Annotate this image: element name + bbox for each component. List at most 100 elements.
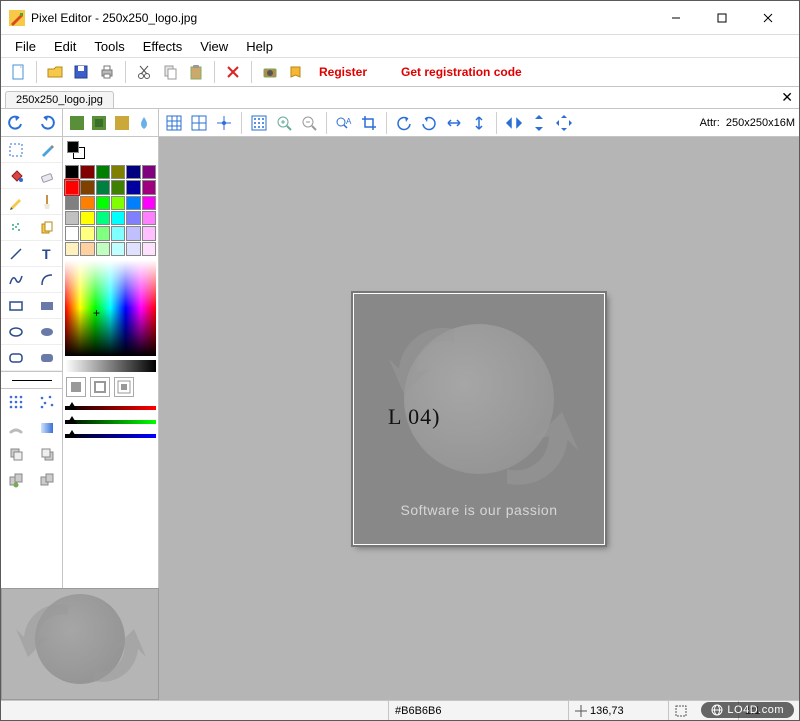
color-swatch[interactable] [65,180,79,194]
fill-solid[interactable] [66,377,86,397]
crop-button[interactable] [358,112,380,134]
new-button[interactable] [7,61,29,83]
menu-edit[interactable]: Edit [46,37,84,56]
color-swatch[interactable] [96,226,110,240]
color-swatch[interactable] [80,211,94,225]
color-swatch[interactable] [96,242,110,256]
print-button[interactable] [96,61,118,83]
tab-close-icon[interactable]: ✕ [781,89,793,106]
color-swatch[interactable] [96,165,110,179]
color-swatch[interactable] [142,211,156,225]
artboard[interactable]: L 04) Software is our passion [353,293,605,545]
preview-panel[interactable] [1,588,159,700]
gradient-tool[interactable] [32,415,63,441]
menu-help[interactable]: Help [238,37,281,56]
line-width-selector[interactable] [1,371,62,389]
clone-tool[interactable] [32,215,63,241]
color-swatch[interactable] [126,165,140,179]
zoom-in-button[interactable] [273,112,295,134]
pattern-dots-button[interactable] [1,389,32,415]
color-swatch[interactable] [126,242,140,256]
color-swatch[interactable] [65,211,79,225]
paste-button[interactable] [185,61,207,83]
center-grid-button[interactable] [188,112,210,134]
text-tool[interactable]: T [32,241,63,267]
menu-view[interactable]: View [192,37,236,56]
color-swatch[interactable] [96,196,110,210]
color-swatch[interactable] [80,165,94,179]
capture-button[interactable] [259,61,281,83]
fill-tool[interactable] [1,163,32,189]
color-swatch[interactable] [142,226,156,240]
palette-mode-3[interactable] [112,112,132,134]
color-swatch[interactable] [111,211,125,225]
color-swatch[interactable] [111,165,125,179]
get-registration-code-link[interactable]: Get registration code [401,65,522,79]
color-swatch[interactable] [126,226,140,240]
brush-tool[interactable] [32,189,63,215]
color-swatch[interactable] [65,196,79,210]
pencil-tool[interactable] [1,189,32,215]
color-swatch[interactable] [96,211,110,225]
filled-rect-tool[interactable] [32,293,63,319]
blue-slider[interactable] [65,430,156,442]
help-book-button[interactable] [285,61,307,83]
fill-inset[interactable] [114,377,134,397]
zoom-out-button[interactable] [298,112,320,134]
minimize-button[interactable] [653,3,699,33]
flip-h-button[interactable] [443,112,465,134]
color-swatch[interactable] [80,196,94,210]
copy-button[interactable] [159,61,181,83]
snap-button[interactable] [248,112,270,134]
save-button[interactable] [70,61,92,83]
layer-up-button[interactable] [32,441,63,467]
color-swatch[interactable] [96,180,110,194]
color-swatch[interactable] [142,242,156,256]
spray-tool[interactable] [1,215,32,241]
color-swatch[interactable] [65,165,79,179]
rect-tool[interactable] [1,293,32,319]
color-swatch[interactable] [111,226,125,240]
filled-ellipse-tool[interactable] [32,319,63,345]
filled-roundrect-tool[interactable] [32,345,63,371]
grid-button[interactable] [163,112,185,134]
rotate-ccw-button[interactable] [393,112,415,134]
color-swatch[interactable] [111,242,125,256]
flip-v-button[interactable] [468,112,490,134]
register-link[interactable]: Register [319,65,367,79]
undo-button[interactable] [5,112,27,134]
smudge-tool[interactable] [1,415,32,441]
color-swatch[interactable] [142,196,156,210]
delete-button[interactable] [222,61,244,83]
hue-picker[interactable]: + [65,260,156,356]
color-swatch[interactable] [80,242,94,256]
palette-mode-1[interactable] [67,112,87,134]
group-button[interactable] [1,467,32,493]
eraser-tool[interactable] [32,163,63,189]
menu-effects[interactable]: Effects [135,37,191,56]
select-tool[interactable] [1,137,32,163]
zoom-text-button[interactable]: A [333,112,355,134]
color-swatch[interactable] [126,196,140,210]
ungroup-button[interactable] [32,467,63,493]
color-swatch[interactable] [80,180,94,194]
green-slider[interactable] [65,416,156,428]
nudge-up-down-button[interactable] [528,112,550,134]
align-center-button[interactable] [213,112,235,134]
menu-tools[interactable]: Tools [86,37,132,56]
roundrect-tool[interactable] [1,345,32,371]
color-swatch[interactable] [111,196,125,210]
canvas-viewport[interactable]: L 04) Software is our passion [159,137,799,700]
layer-down-button[interactable] [1,441,32,467]
close-button[interactable] [745,3,791,33]
curve-tool[interactable] [1,267,32,293]
document-tab[interactable]: 250x250_logo.jpg [5,91,114,108]
color-swatch[interactable] [142,165,156,179]
pattern-sparse-button[interactable] [32,389,63,415]
foreground-background-swatch[interactable] [67,141,85,159]
blur-drop-icon[interactable] [135,112,155,134]
color-swatch[interactable] [65,242,79,256]
value-gradient[interactable] [65,360,156,372]
maximize-button[interactable] [699,3,745,33]
open-button[interactable] [44,61,66,83]
